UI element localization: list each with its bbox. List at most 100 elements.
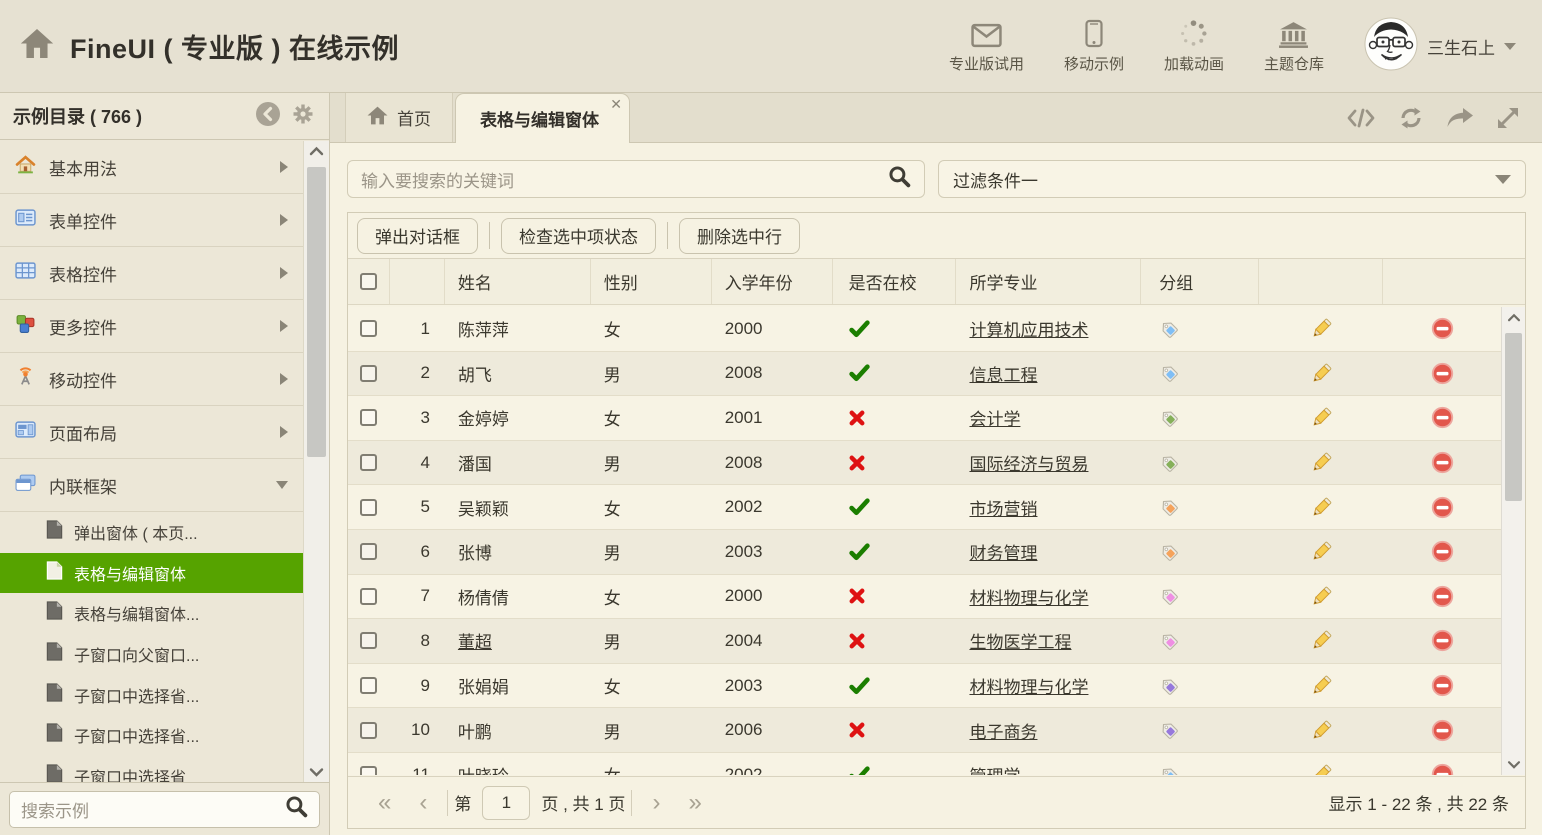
delete-icon[interactable]: [1383, 585, 1501, 608]
table-row[interactable]: 2胡飞男2008信息工程: [348, 352, 1501, 397]
toolbar-button[interactable]: 检查选中项状态: [501, 218, 656, 254]
major-link[interactable]: 财务管理: [969, 539, 1037, 564]
nav-item[interactable]: 主题仓库: [1264, 18, 1324, 74]
major-link[interactable]: 会计学: [969, 405, 1020, 430]
table-row[interactable]: 4潘国男2008国际经济与贸易: [348, 441, 1501, 486]
sidebar-group[interactable]: 移动控件: [0, 353, 303, 406]
row-checkbox[interactable]: [360, 722, 377, 739]
edit-icon[interactable]: [1259, 406, 1383, 429]
gear-icon[interactable]: [290, 101, 316, 132]
tag-icon[interactable]: [1141, 631, 1259, 651]
major-link[interactable]: 材料物理与化学: [969, 584, 1088, 609]
sidebar-item[interactable]: 表格与编辑窗体...: [0, 593, 303, 634]
major-link[interactable]: 生物医学工程: [969, 628, 1071, 653]
edit-icon[interactable]: [1259, 362, 1383, 385]
last-page-button[interactable]: »: [688, 791, 701, 815]
sidebar-group[interactable]: 更多控件: [0, 300, 303, 353]
sidebar-item[interactable]: 子窗口向父窗口...: [0, 634, 303, 675]
expand-icon[interactable]: [1496, 106, 1520, 130]
delete-icon[interactable]: [1383, 629, 1501, 652]
tag-icon[interactable]: [1141, 319, 1259, 339]
first-page-button[interactable]: «: [378, 791, 391, 815]
sidebar-group[interactable]: 基本用法: [0, 141, 303, 194]
sidebar-group[interactable]: 内联框架: [0, 459, 303, 512]
row-checkbox[interactable]: [360, 588, 377, 605]
toolbar-button[interactable]: 弹出对话框: [357, 218, 478, 254]
edit-icon[interactable]: [1259, 317, 1383, 340]
toolbar-button[interactable]: 删除选中行: [679, 218, 800, 254]
sidebar-item[interactable]: 子窗口中选择省: [0, 756, 303, 782]
row-checkbox[interactable]: [360, 543, 377, 560]
major-link[interactable]: 电子商务: [969, 718, 1037, 743]
user-menu[interactable]: 三生石上: [1364, 17, 1516, 76]
delete-icon[interactable]: [1383, 362, 1501, 385]
tab-home[interactable]: 首页: [345, 93, 453, 142]
edit-icon[interactable]: [1259, 585, 1383, 608]
sidebar-group[interactable]: 页面布局: [0, 406, 303, 459]
delete-icon[interactable]: [1383, 317, 1501, 340]
tag-icon[interactable]: [1141, 497, 1259, 517]
scroll-down-icon[interactable]: [1502, 760, 1525, 769]
major-link[interactable]: 市场营销: [969, 495, 1037, 520]
sidebar-group[interactable]: 表格控件: [0, 247, 303, 300]
major-link[interactable]: 计算机应用技术: [969, 316, 1088, 341]
sidebar-group[interactable]: 表单控件: [0, 194, 303, 247]
search-icon[interactable]: [888, 165, 911, 193]
scrollbar-thumb[interactable]: [1505, 333, 1522, 501]
tag-icon[interactable]: [1141, 676, 1259, 696]
source-code-icon[interactable]: [1346, 107, 1376, 129]
delete-icon[interactable]: [1383, 406, 1501, 429]
edit-icon[interactable]: [1259, 629, 1383, 652]
tag-icon[interactable]: [1141, 363, 1259, 383]
sidebar-search-input[interactable]: 搜索示例: [9, 791, 320, 828]
table-row[interactable]: 11叶晓玲女2002管理学: [348, 753, 1501, 775]
sidebar-item[interactable]: 表格与编辑窗体: [0, 553, 303, 594]
sidebar-item[interactable]: 弹出窗体 ( 本页...: [0, 512, 303, 553]
edit-icon[interactable]: [1259, 674, 1383, 697]
tag-icon[interactable]: [1141, 542, 1259, 562]
tag-icon[interactable]: [1141, 586, 1259, 606]
edit-icon[interactable]: [1259, 451, 1383, 474]
avatar[interactable]: [1364, 17, 1418, 76]
sidebar-item[interactable]: 子窗口中选择省...: [0, 715, 303, 756]
tag-icon[interactable]: [1141, 453, 1259, 473]
delete-icon[interactable]: [1383, 496, 1501, 519]
table-row[interactable]: 6张博男2003财务管理: [348, 530, 1501, 575]
major-link[interactable]: 信息工程: [969, 361, 1037, 386]
major-link[interactable]: 国际经济与贸易: [969, 450, 1088, 475]
delete-icon[interactable]: [1383, 719, 1501, 742]
row-checkbox[interactable]: [360, 499, 377, 516]
prev-page-button[interactable]: ‹: [419, 791, 427, 815]
refresh-icon[interactable]: [1398, 106, 1424, 130]
table-row[interactable]: 7杨倩倩女2000材料物理与化学: [348, 575, 1501, 620]
filter-dropdown[interactable]: 过滤条件一: [938, 160, 1526, 198]
table-row[interactable]: 1陈萍萍女2000计算机应用技术: [348, 307, 1501, 352]
scroll-up-icon[interactable]: [1502, 313, 1525, 322]
nav-item[interactable]: 专业版试用: [949, 18, 1024, 74]
tag-icon[interactable]: [1141, 765, 1259, 775]
table-row[interactable]: 9张娟娟女2003材料物理与化学: [348, 664, 1501, 709]
edit-icon[interactable]: [1259, 719, 1383, 742]
sidebar-scrollbar[interactable]: [303, 141, 329, 782]
sidebar-item[interactable]: 子窗口中选择省...: [0, 674, 303, 715]
scroll-down-icon[interactable]: [304, 767, 329, 777]
edit-icon[interactable]: [1259, 763, 1383, 775]
close-icon[interactable]: ✕: [610, 96, 622, 113]
delete-icon[interactable]: [1383, 540, 1501, 563]
row-checkbox[interactable]: [360, 320, 377, 337]
nav-item[interactable]: 加载动画: [1164, 18, 1224, 74]
major-link[interactable]: 材料物理与化学: [969, 673, 1088, 698]
delete-icon[interactable]: [1383, 763, 1501, 775]
scrollbar-thumb[interactable]: [307, 167, 326, 457]
table-row[interactable]: 10叶鹏男2006电子商务: [348, 708, 1501, 753]
row-checkbox[interactable]: [360, 632, 377, 649]
row-checkbox[interactable]: [360, 365, 377, 382]
table-row[interactable]: 5吴颖颖女2002市场营销: [348, 485, 1501, 530]
edit-icon[interactable]: [1259, 496, 1383, 519]
share-icon[interactable]: [1446, 107, 1474, 129]
table-row[interactable]: 3金婷婷女2001会计学: [348, 396, 1501, 441]
page-number-input[interactable]: 1: [482, 786, 530, 820]
keyword-input[interactable]: 输入要搜索的关键词: [347, 160, 925, 198]
scroll-up-icon[interactable]: [304, 146, 329, 156]
tab-grid-edit-window[interactable]: 表格与编辑窗体 ✕: [455, 93, 630, 143]
